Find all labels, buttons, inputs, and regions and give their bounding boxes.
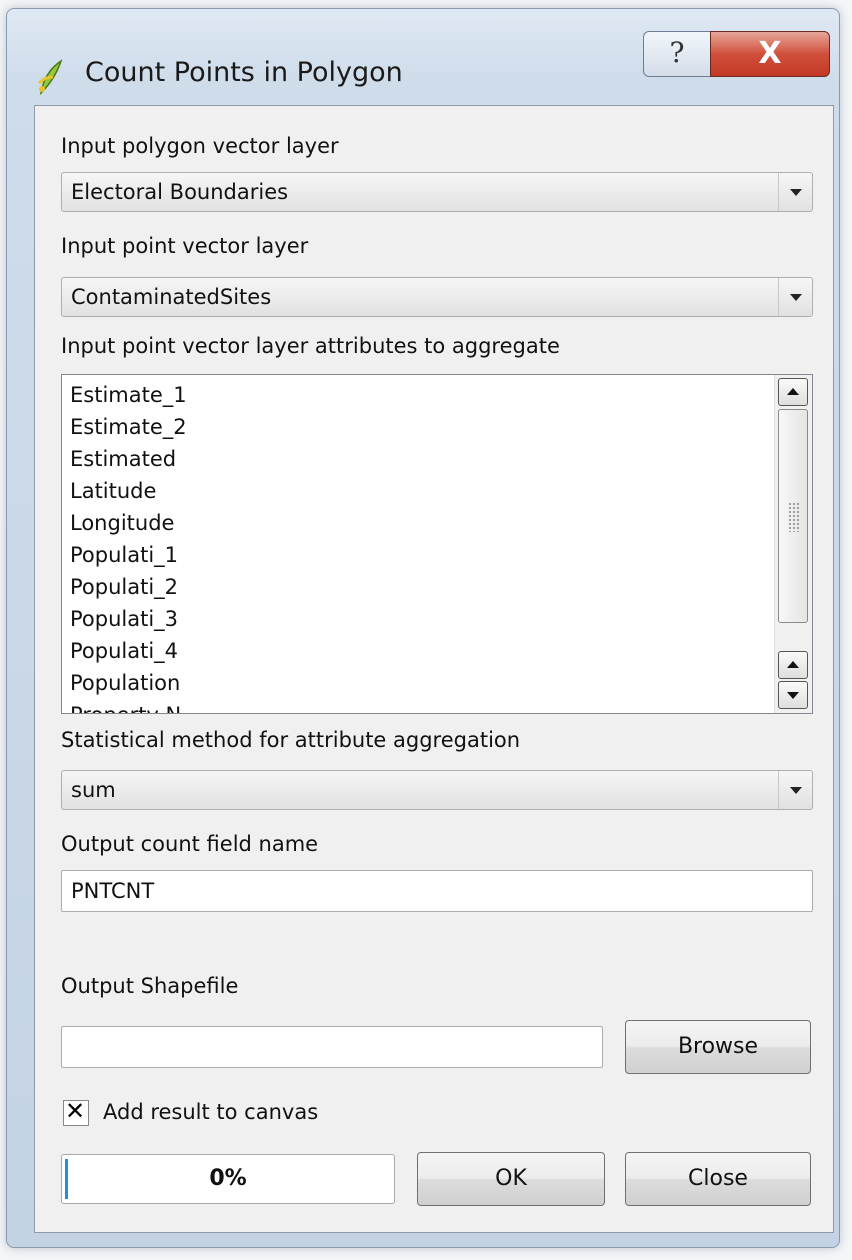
scroll-up-icon[interactable] <box>778 378 808 406</box>
add-to-canvas-label: Add result to canvas <box>103 1100 319 1124</box>
scroll-up-icon[interactable] <box>778 651 808 679</box>
list-item[interactable]: Populati_3 <box>70 603 760 635</box>
ok-button[interactable]: OK <box>417 1152 605 1206</box>
progress-text: 0% <box>209 1166 247 1191</box>
list-item[interactable]: Populati_4 <box>70 635 760 667</box>
list-item[interactable]: Estimated <box>70 443 760 475</box>
count-field-input[interactable]: PNTCNT <box>61 870 813 912</box>
output-shapefile-input[interactable] <box>61 1026 603 1068</box>
count-field-label: Output count field name <box>61 832 319 856</box>
list-item[interactable]: Populati_1 <box>70 539 760 571</box>
point-layer-combo[interactable]: ContaminatedSites <box>61 277 813 317</box>
method-value: sum <box>71 778 116 802</box>
point-layer-value: ContaminatedSites <box>71 285 272 309</box>
chevron-down-icon[interactable] <box>778 771 812 809</box>
dialog-window: Count Points in Polygon ? X Input polygo… <box>6 8 840 1248</box>
point-layer-label: Input point vector layer <box>61 234 309 258</box>
check-icon: ✕ <box>65 1097 86 1125</box>
list-item[interactable]: Population <box>70 667 760 699</box>
browse-button[interactable]: Browse <box>625 1020 811 1074</box>
progress-bar: 0% <box>61 1154 395 1204</box>
method-combo[interactable]: sum <box>61 770 813 810</box>
list-item[interactable]: Longitude <box>70 507 760 539</box>
count-field-value: PNTCNT <box>71 879 155 903</box>
list-item[interactable]: Property N <box>70 699 760 713</box>
list-item[interactable]: Populati_2 <box>70 571 760 603</box>
help-icon: ? <box>669 36 685 69</box>
close-icon: X <box>758 36 782 71</box>
chevron-down-icon[interactable] <box>778 173 812 211</box>
polygon-layer-label: Input polygon vector layer <box>61 134 339 158</box>
scroll-down-icon[interactable] <box>778 681 808 709</box>
list-item[interactable]: Estimate_2 <box>70 411 760 443</box>
list-item[interactable]: Estimate_1 <box>70 379 760 411</box>
add-to-canvas-checkbox[interactable]: ✕ <box>63 1097 89 1126</box>
chevron-down-icon[interactable] <box>778 278 812 316</box>
attributes-list[interactable]: Estimate_1 Estimate_2 Estimated Latitude… <box>61 374 813 714</box>
output-shapefile-label: Output Shapefile <box>61 974 239 998</box>
help-button[interactable]: ? <box>643 31 711 77</box>
list-item[interactable]: Latitude <box>70 475 760 507</box>
attributes-items: Estimate_1 Estimate_2 Estimated Latitude… <box>70 379 760 713</box>
close-button[interactable]: Close <box>625 1152 811 1206</box>
window-close-button[interactable]: X <box>710 31 830 77</box>
attributes-label: Input point vector layer attributes to a… <box>61 334 560 358</box>
grip-icon <box>788 502 800 532</box>
window-title: Count Points in Polygon <box>85 57 403 88</box>
method-label: Statistical method for attribute aggrega… <box>61 728 521 752</box>
polygon-layer-value: Electoral Boundaries <box>71 180 289 204</box>
attributes-scrollbar[interactable] <box>774 375 812 713</box>
qgis-icon <box>37 59 63 95</box>
dialog-body: Input polygon vector layer Electoral Bou… <box>34 105 834 1233</box>
polygon-layer-combo[interactable]: Electoral Boundaries <box>61 172 813 212</box>
scroll-thumb[interactable] <box>778 409 808 623</box>
title-bar[interactable]: Count Points in Polygon ? X <box>7 9 839 97</box>
